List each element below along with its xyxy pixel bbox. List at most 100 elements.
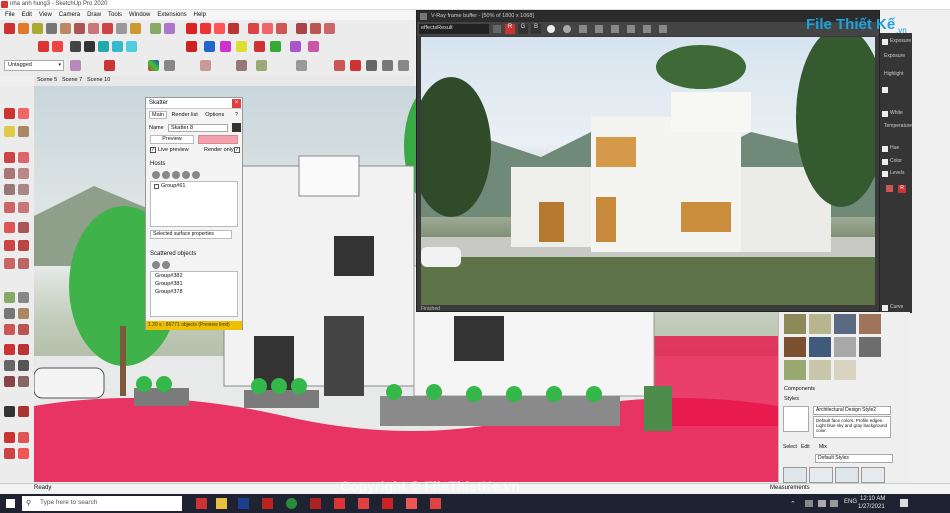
menu-help[interactable]: Help (194, 10, 206, 20)
hosts-list[interactable]: Group#61 (150, 181, 238, 227)
clock-time[interactable]: 12:10 AM (860, 496, 885, 502)
menu-draw[interactable]: Draw (87, 10, 101, 20)
plugin-a-icon[interactable] (236, 60, 247, 71)
rotate-side-icon[interactable] (4, 240, 15, 251)
alpha-icon[interactable] (547, 25, 555, 33)
paint-side-icon[interactable] (4, 126, 15, 137)
refresh-icon[interactable] (192, 171, 200, 179)
material-swatch[interactable] (834, 337, 856, 357)
material-swatch[interactable] (784, 360, 806, 380)
color-wheel-icon[interactable] (148, 60, 159, 71)
sandbox-icon[interactable] (4, 448, 15, 459)
host-checkbox[interactable] (154, 184, 159, 189)
scene-tab-10[interactable]: Scene 10 (87, 77, 110, 83)
style-swatch[interactable] (783, 467, 807, 483)
vray-ies-icon[interactable] (276, 23, 287, 34)
plugin-b-icon[interactable] (256, 60, 267, 71)
network-icon[interactable] (830, 500, 838, 507)
rotated-rect-icon[interactable] (18, 168, 29, 179)
vray-render-icon[interactable] (186, 23, 197, 34)
style-name-field[interactable]: Architectural Design Style2 (813, 406, 891, 415)
scattered-item[interactable]: Group#378 (155, 289, 183, 295)
offset-icon[interactable] (18, 258, 29, 269)
sketchup-task-icon[interactable] (196, 498, 207, 509)
remove-object-icon[interactable] (162, 261, 170, 269)
generate-button[interactable] (198, 135, 238, 144)
add-selection-icon[interactable] (162, 171, 170, 179)
taskbar-search[interactable]: ⚲ Type here to search (22, 496, 182, 511)
scattered-item[interactable]: Group#381 (155, 281, 183, 287)
contrast-checkbox[interactable] (882, 87, 888, 93)
menu-file[interactable]: File (5, 10, 15, 20)
app-task-icon[interactable] (358, 498, 369, 509)
circle-icon[interactable] (74, 23, 85, 34)
preview-button[interactable]: Preview (150, 135, 194, 144)
color-checkbox[interactable] (882, 159, 888, 165)
text-side-icon[interactable] (18, 308, 29, 319)
app-task-icon[interactable] (406, 498, 417, 509)
remove-icon[interactable] (182, 171, 190, 179)
app-task-icon[interactable] (382, 498, 393, 509)
select-icon[interactable] (4, 108, 15, 119)
component-icon[interactable] (18, 126, 29, 137)
material-icon[interactable] (52, 41, 63, 52)
axes-side-icon[interactable] (4, 324, 15, 335)
monitor-icon[interactable] (84, 41, 95, 52)
style-library-dropdown[interactable]: Default Styles (815, 454, 893, 463)
freehand-icon[interactable] (18, 152, 29, 163)
tape-measure-icon[interactable] (150, 23, 161, 34)
app-task-icon[interactable] (334, 498, 345, 509)
material-swatch[interactable] (809, 360, 831, 380)
3dtext-icon[interactable] (18, 324, 29, 335)
walk-icon[interactable] (4, 376, 15, 387)
eraser-icon[interactable] (18, 23, 29, 34)
menu-view[interactable]: View (39, 10, 52, 20)
volume-icon[interactable] (818, 500, 826, 507)
menu-edit[interactable]: Edit (22, 10, 32, 20)
vray-light-icon[interactable] (248, 23, 259, 34)
render-icon[interactable] (186, 41, 197, 52)
extension-warehouse-icon[interactable] (18, 432, 29, 443)
hue-checkbox[interactable] (882, 146, 888, 152)
select-tool-icon[interactable] (4, 23, 15, 34)
app-task-icon[interactable] (430, 498, 441, 509)
vray-sphere-light-icon[interactable] (262, 23, 273, 34)
orbit-icon[interactable] (334, 60, 345, 71)
load-image-icon[interactable] (595, 25, 603, 33)
zoom-extents-icon[interactable] (398, 60, 409, 71)
polygon-icon[interactable] (18, 184, 29, 195)
name-input[interactable]: Skatter 8 (168, 124, 228, 132)
axes-icon[interactable] (126, 41, 137, 52)
components-header[interactable]: Components (784, 386, 815, 392)
style-swatch[interactable] (861, 467, 885, 483)
scattered-list[interactable]: Group#382 Group#381 Group#378 (150, 271, 238, 317)
photoshop-task-icon[interactable] (238, 498, 249, 509)
camera-icon[interactable] (70, 41, 81, 52)
color-picker-icon[interactable] (886, 185, 893, 192)
scene-tab-7[interactable]: Scene 7 (62, 77, 82, 83)
explorer-task-icon[interactable] (216, 498, 227, 509)
style-swatch[interactable] (809, 467, 833, 483)
tag-pencil-icon[interactable] (70, 60, 81, 71)
scene-icon[interactable] (98, 41, 109, 52)
tab-main[interactable]: Main (149, 111, 167, 119)
rotate-icon[interactable] (116, 23, 127, 34)
plugin-c-icon[interactable] (296, 60, 307, 71)
footprint-icon[interactable] (4, 406, 15, 417)
styles-header[interactable]: Styles (784, 396, 799, 402)
arc2-icon[interactable] (18, 202, 29, 213)
channel-select[interactable]: effectsResult (419, 24, 489, 34)
menu-window[interactable]: Window (129, 10, 150, 20)
scattered-item[interactable]: Group#382 (155, 273, 183, 279)
shape-pink-icon[interactable] (308, 41, 319, 52)
chrome-task-icon[interactable] (286, 498, 297, 509)
help-icon[interactable]: ? (235, 112, 238, 118)
tab-edit[interactable]: Edit (801, 444, 810, 450)
lookaround-icon[interactable] (18, 376, 29, 387)
acrobat-task-icon[interactable] (262, 498, 273, 509)
clock-date[interactable]: 1/27/2021 (858, 504, 885, 510)
shape-magenta-icon[interactable] (220, 41, 231, 52)
shape-yellow-icon[interactable] (236, 41, 247, 52)
gear-icon[interactable] (38, 41, 49, 52)
share-icon[interactable] (18, 448, 29, 459)
